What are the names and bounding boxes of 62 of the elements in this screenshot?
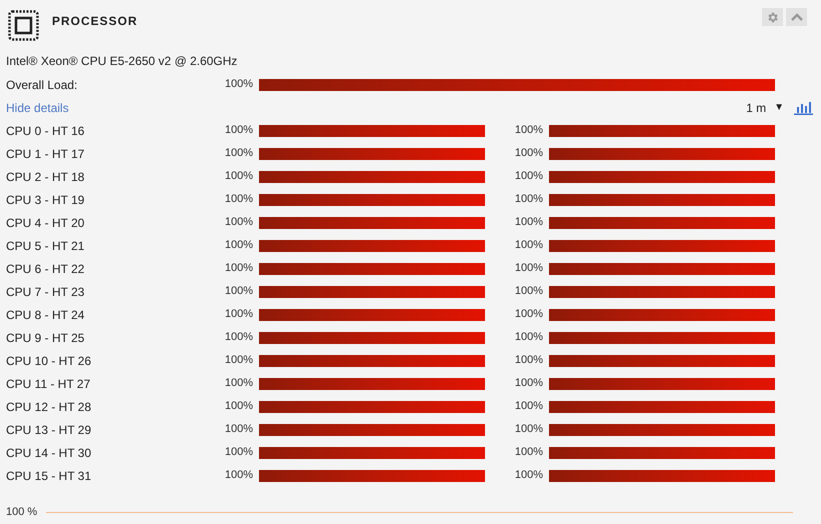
load-percent: 100%	[224, 307, 253, 322]
cpu-label: CPU 4 - HT 20	[6, 214, 86, 232]
load-percent: 100%	[224, 192, 253, 208]
cpu-label: CPU 2 - HT 18	[6, 168, 86, 186]
load-percent: 100%	[224, 238, 253, 254]
settings-icon	[766, 10, 779, 24]
load-percent: 100%	[514, 238, 543, 254]
panel-title: PROCESSOR	[52, 13, 138, 30]
load-percent: 100%	[514, 376, 543, 392]
load-percent: 100%	[514, 215, 543, 230]
load-label: Overall Load:	[6, 76, 78, 94]
interval-dropdown[interactable]: 1 m ▼	[746, 98, 784, 116]
load-percent: 100%	[514, 261, 543, 276]
load-percent: 100%	[224, 330, 253, 346]
load-percent: 100%	[224, 146, 253, 162]
chip-icon	[8, 10, 39, 41]
axis-label: 100 %	[6, 505, 38, 520]
load-percent: 100%	[514, 330, 543, 346]
load-percent: 100%	[514, 192, 543, 208]
load-percent: 100%	[224, 215, 253, 230]
load-percent: 100%	[514, 146, 543, 162]
load-percent: 100%	[224, 261, 253, 276]
load-percent: 100%	[514, 284, 543, 300]
load-percent: 100%	[224, 468, 253, 484]
load-percent: 100%	[514, 422, 543, 438]
cpu-label: CPU 13 - HT 29	[6, 422, 92, 438]
load-percent: 100%	[224, 123, 253, 138]
chevron-up-icon	[790, 13, 802, 21]
load-percent: 100%	[224, 353, 253, 368]
load-percent: 100%	[514, 468, 543, 484]
cpu-label: CPU 0 - HT 16	[6, 122, 86, 140]
cpu-label: CPU 1 - HT 17	[6, 146, 86, 162]
load-percent: 100%	[514, 445, 543, 460]
load-percent: 100%	[224, 445, 253, 460]
bar-chart-icon	[794, 100, 813, 114]
load-percent: 100%	[514, 353, 543, 368]
cpu-label: CPU 15 - HT 31	[6, 468, 92, 484]
load-percent: 100%	[224, 284, 253, 300]
load-percent: 100%	[224, 77, 253, 92]
cpu-label: CPU 7 - HT 23	[6, 284, 86, 300]
cpu-model: Intel® Xeon® CPU E5-2650 v2 @ 2.60GHz	[6, 53, 238, 70]
load-percent: 100%	[224, 376, 253, 392]
cpu-label: CPU 5 - HT 21	[6, 238, 86, 254]
load-percent: 100%	[514, 123, 543, 138]
cpu-label: CPU 11 - HT 27	[6, 376, 92, 392]
cpu-label: CPU 8 - HT 24	[6, 306, 86, 324]
collapse-button[interactable]	[786, 8, 807, 26]
load-percent: 100%	[224, 422, 253, 438]
cpu-label: CPU 3 - HT 19	[6, 192, 86, 208]
settings-button[interactable]	[762, 8, 783, 26]
load-percent: 100%	[224, 399, 253, 414]
chart-button[interactable]	[794, 100, 813, 114]
cpu-label: CPU 6 - HT 22	[6, 260, 86, 278]
cpu-label: CPU 9 - HT 25	[6, 330, 86, 346]
load-percent: 100%	[514, 399, 543, 414]
load-percent: 100%	[514, 307, 543, 322]
cpu-label: CPU 10 - HT 26	[6, 352, 92, 370]
load-percent: 100%	[514, 169, 543, 184]
load-percent: 100%	[224, 169, 253, 184]
cpu-label: CPU 12 - HT 28	[6, 398, 92, 416]
hide-details-link[interactable]: Hide details	[6, 98, 69, 116]
cpu-label: CPU 14 - HT 30	[6, 444, 92, 462]
